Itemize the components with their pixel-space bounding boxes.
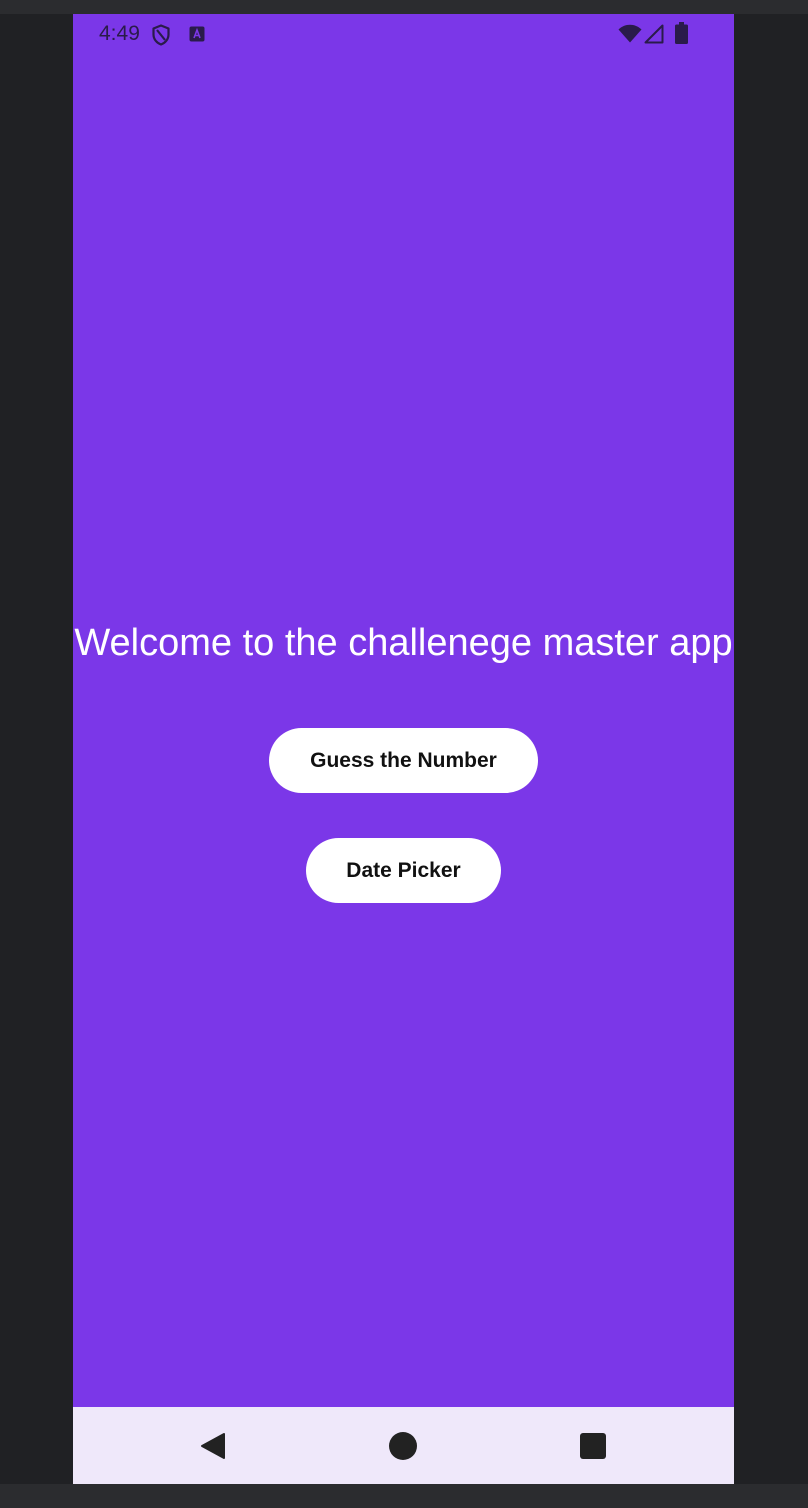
battery-icon — [675, 22, 688, 44]
wifi-icon — [618, 24, 642, 43]
recents-icon — [580, 1432, 606, 1459]
date-picker-button[interactable]: Date Picker — [306, 838, 501, 903]
back-icon — [201, 1432, 225, 1459]
home-icon — [389, 1431, 417, 1460]
emulator-bottom-frame — [0, 1484, 808, 1508]
app-notification-icon — [189, 26, 205, 42]
phone-screen: 4:49 Welcome to the challenege master ap… — [73, 14, 734, 1484]
status-time: 4:49 — [99, 22, 140, 45]
cellular-signal-icon — [644, 24, 664, 44]
back-button[interactable] — [173, 1407, 253, 1484]
welcome-title: Welcome to the challenege master app — [74, 622, 733, 665]
emulator-top-frame — [0, 0, 808, 14]
recents-button[interactable] — [553, 1407, 633, 1484]
home-button[interactable] — [363, 1407, 443, 1484]
shield-icon — [152, 24, 170, 46]
guess-the-number-button[interactable]: Guess the Number — [269, 728, 538, 793]
status-bar: 4:49 — [73, 14, 734, 54]
navigation-bar — [73, 1407, 734, 1484]
